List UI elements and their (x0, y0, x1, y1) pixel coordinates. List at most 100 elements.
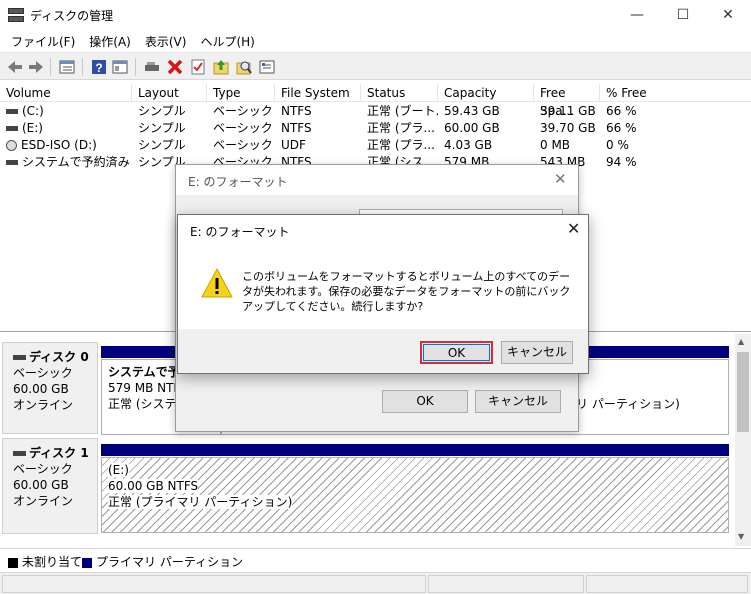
volume-row[interactable]: ESD-ISO (D:) シンプル ベーシック UDF 正常 (プラ... 4.… (0, 137, 751, 154)
menu-view[interactable]: 表示(V) (140, 30, 192, 52)
scroll-up-icon[interactable]: ▲ (738, 337, 744, 346)
type-cell: ベーシック (213, 121, 273, 135)
volume-name: システムで予約済み (22, 155, 130, 169)
volume-name: ESD-ISO (D:) (21, 138, 97, 152)
disk-name-text: ディスク 1 (29, 446, 89, 460)
disk-management-icon (8, 8, 24, 22)
scroll-down-icon[interactable]: ▼ (738, 532, 744, 541)
properties-icon[interactable] (111, 58, 129, 76)
percent-free-cell: 94 % (606, 155, 637, 169)
disk-name-text: ディスク 0 (29, 350, 89, 364)
confirm-dialog-close-icon[interactable]: ✕ (567, 219, 580, 238)
status-bar (0, 572, 751, 594)
disk-0-label[interactable]: ディスク 0 ベーシック 60.00 GB オンライン (2, 342, 98, 434)
toolbar-separator (50, 58, 51, 76)
confirm-dialog-footer: OK キャンセル (178, 329, 588, 373)
scroll-thumb[interactable] (737, 352, 749, 432)
file-system-cell: NTFS (281, 104, 312, 118)
connect-icon[interactable] (143, 58, 161, 76)
delete-icon[interactable] (166, 58, 184, 76)
disk-size: 60.00 GB (13, 478, 69, 492)
volume-row[interactable]: (E:) シンプル ベーシック NTFS 正常 (プラ... 60.00 GB … (0, 120, 751, 137)
layout-cell: シンプル (138, 121, 186, 135)
confirm-dialog: E: のフォーマット ✕ このボリュームをフォーマットするとボリューム上のすべて… (177, 214, 589, 374)
disk-kind: ベーシック (13, 462, 73, 476)
disk-kind: ベーシック (13, 366, 73, 380)
menu-file[interactable]: ファイル(F) (6, 30, 80, 52)
confirm-ok-button[interactable]: OK (420, 341, 493, 364)
column-header-status[interactable]: Status (361, 84, 438, 102)
volume-list-header: Volume Layout Type File System Status Ca… (0, 84, 751, 118)
volume-name: (C:) (22, 104, 44, 118)
column-header-file-system[interactable]: File System (275, 84, 361, 102)
disk-1-e-partition[interactable]: (E:) 60.00 GB NTFS 正常 (プライマリ パーティション) (101, 457, 729, 533)
settings-icon[interactable] (258, 58, 276, 76)
import-icon[interactable] (212, 58, 230, 76)
column-header-volume[interactable]: Volume (0, 84, 132, 102)
cd-icon (6, 140, 17, 151)
volume-name-cell: (E:) (0, 120, 132, 137)
column-header-layout[interactable]: Layout (132, 84, 207, 102)
confirm-dialog-title: E: のフォーマット (190, 225, 290, 239)
search-icon[interactable] (235, 58, 253, 76)
format-ok-button[interactable]: OK (382, 390, 468, 413)
menu-help[interactable]: ヘルプ(H) (195, 30, 259, 52)
percent-free-cell: 0 % (606, 138, 629, 152)
partition-size-text: 60.00 GB NTFS (108, 479, 199, 493)
partition-status-text: 正常 (プライマリ パーティション) (108, 495, 293, 509)
volume-name-cell: システムで予約済み (0, 154, 132, 171)
column-header-type[interactable]: Type (207, 84, 275, 102)
menu-action[interactable]: 操作(A) (84, 30, 136, 52)
title-bar: ディスクの管理 — ☐ ✕ (0, 0, 751, 30)
partition-title: (E:) (108, 462, 722, 478)
window-title: ディスクの管理 (30, 9, 114, 23)
capacity-cell: 4.03 GB (444, 138, 493, 152)
percent-free-cell: 66 % (606, 121, 637, 135)
column-header-free-space[interactable]: Free Spa... (534, 84, 600, 118)
back-icon[interactable] (6, 58, 24, 76)
forward-icon[interactable] (27, 58, 45, 76)
legend-unallocated-label: 未割り当て (22, 555, 83, 569)
status-cell: 正常 (ブート... (367, 104, 438, 118)
disk-name: ディスク 1 (13, 445, 97, 461)
disk-name: ディスク 0 (13, 349, 97, 365)
disk-state: オンライン (13, 398, 74, 412)
minimize-button[interactable]: — (614, 0, 660, 30)
menu-bar: ファイル(F) 操作(A) 表示(V) ヘルプ(H) (0, 30, 751, 52)
toolbar-separator (82, 58, 83, 76)
check-icon[interactable] (189, 58, 207, 76)
help-icon[interactable]: ? (90, 58, 108, 76)
disk-map-scrollbar[interactable]: ▲ ▼ (735, 334, 751, 546)
volume-icon (6, 160, 18, 165)
status-cell: 正常 (プラ... (367, 121, 435, 135)
legend-primary-swatch (82, 557, 92, 568)
type-cell: ベーシック (213, 138, 273, 152)
file-system-cell: UDF (281, 138, 306, 152)
volume-row[interactable]: (C:) シンプル ベーシック NTFS 正常 (ブート... 59.43 GB… (0, 103, 751, 120)
close-button[interactable]: ✕ (705, 0, 751, 30)
format-dialog-close-icon[interactable]: ✕ (554, 170, 567, 188)
partition-status: マリ パーティション) (564, 397, 680, 411)
legend: 未割り当て プライマリ パーティション (0, 548, 751, 570)
disk-1-label[interactable]: ディスク 1 ベーシック 60.00 GB オンライン (2, 438, 98, 534)
warning-icon (201, 267, 233, 298)
format-cancel-button[interactable]: キャンセル (475, 390, 561, 413)
confirm-cancel-button[interactable]: キャンセル (501, 341, 573, 364)
disk-icon (13, 355, 26, 360)
status-segment (428, 575, 584, 593)
disk-size: 60.00 GB (13, 382, 69, 396)
list-view-icon[interactable] (58, 58, 76, 76)
column-header-capacity[interactable]: Capacity (438, 84, 534, 102)
disk-1-partition-bar (101, 444, 729, 456)
free-space-cell: 0 MB (540, 138, 571, 152)
column-header-percent-free[interactable]: % Free (600, 84, 751, 102)
volume-icon (6, 109, 18, 114)
svg-text:?: ? (95, 61, 102, 75)
maximize-button[interactable]: ☐ (660, 0, 706, 30)
free-space-cell: 39.70 GB (540, 121, 596, 135)
legend-unallocated: 未割り当て (8, 553, 82, 570)
confirm-message: このボリュームをフォーマットするとボリューム上のすべてのデータが失われます。保存… (242, 270, 571, 313)
free-space-cell: 39.11 GB (540, 104, 596, 118)
layout-cell: シンプル (138, 104, 186, 118)
file-system-cell: NTFS (281, 121, 312, 135)
